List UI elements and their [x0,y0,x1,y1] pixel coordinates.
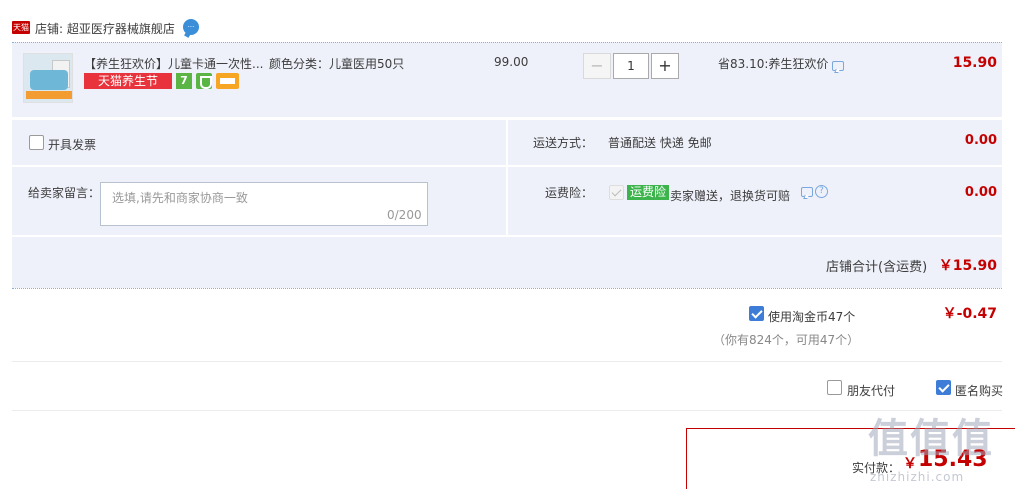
credit-card-icon [216,73,239,89]
comment-bubble-icon[interactable] [832,61,844,71]
guarantee-shield-icon [196,73,212,89]
insurance-tag: 运费险 [627,185,670,200]
quantity-decrease-button[interactable]: − [583,53,611,79]
shop-total-label: 店铺合计(含运费) [826,260,928,275]
shop-total-value: ￥15.90 [938,258,997,274]
watermark-url: zhizhizhi.com [870,470,965,484]
invoice-label[interactable]: 开具发票 [48,136,96,153]
anonymous-label[interactable]: 匿名购买 [955,382,1003,399]
friend-pay-checkbox[interactable] [827,380,842,395]
invoice-checkbox[interactable] [29,135,44,150]
comment-bubble-icon[interactable] [801,187,813,197]
item-total: 15.90 [952,55,997,71]
insurance-label: 运费险： [545,186,594,200]
use-coins-label[interactable]: 使用淘金币47个 [768,308,855,325]
memo-label: 给卖家留言： [28,186,101,200]
help-icon[interactable]: ? [815,185,828,198]
anonymous-checkbox[interactable] [936,380,951,395]
insurance-checkbox [609,185,624,200]
unit-price: 99.00 [494,55,529,69]
product-thumbnail[interactable] [23,53,73,103]
shipping-method[interactable]: 普通配送 快递 免邮 [608,134,712,151]
divider [12,361,1002,362]
item-sku: 颜色分类：儿童医用50只 [269,57,405,71]
coins-discount: ￥-0.47 [942,306,997,322]
quantity-increase-button[interactable]: + [651,53,679,79]
memo-char-count: 0/200 [387,208,422,222]
saving-text: 省83.10:养生狂欢价 [718,57,829,71]
section-divider [12,288,1002,289]
item-title-link[interactable]: 【养生狂欢价】儿童卡通一次性... [84,55,263,72]
shipping-label: 运送方式： [533,136,594,150]
friend-pay-label[interactable]: 朋友代付 [847,382,895,399]
insurance-description: 卖家赠送，退换货可赔 [670,189,791,203]
divider [12,410,1002,411]
chat-bubble-icon[interactable]: ··· [183,19,199,35]
shop-name[interactable]: 店铺: 超亚医疗器械旗舰店 [35,20,175,37]
seven-day-return-icon: 7 [176,73,192,89]
memo-placeholder: 选填,请先和商家协商一致 [112,191,248,205]
coins-note: （你有824个，可用47个） [713,333,860,347]
insurance-price: 0.00 [964,185,997,200]
shipping-price: 0.00 [964,133,997,148]
promo-tag: 天猫养生节 [84,73,172,89]
use-coins-checkbox[interactable] [749,306,764,321]
quantity-input[interactable] [613,53,649,79]
watermark-logo: 值值值 [868,416,994,462]
tmall-badge: 天猫 [12,21,30,34]
